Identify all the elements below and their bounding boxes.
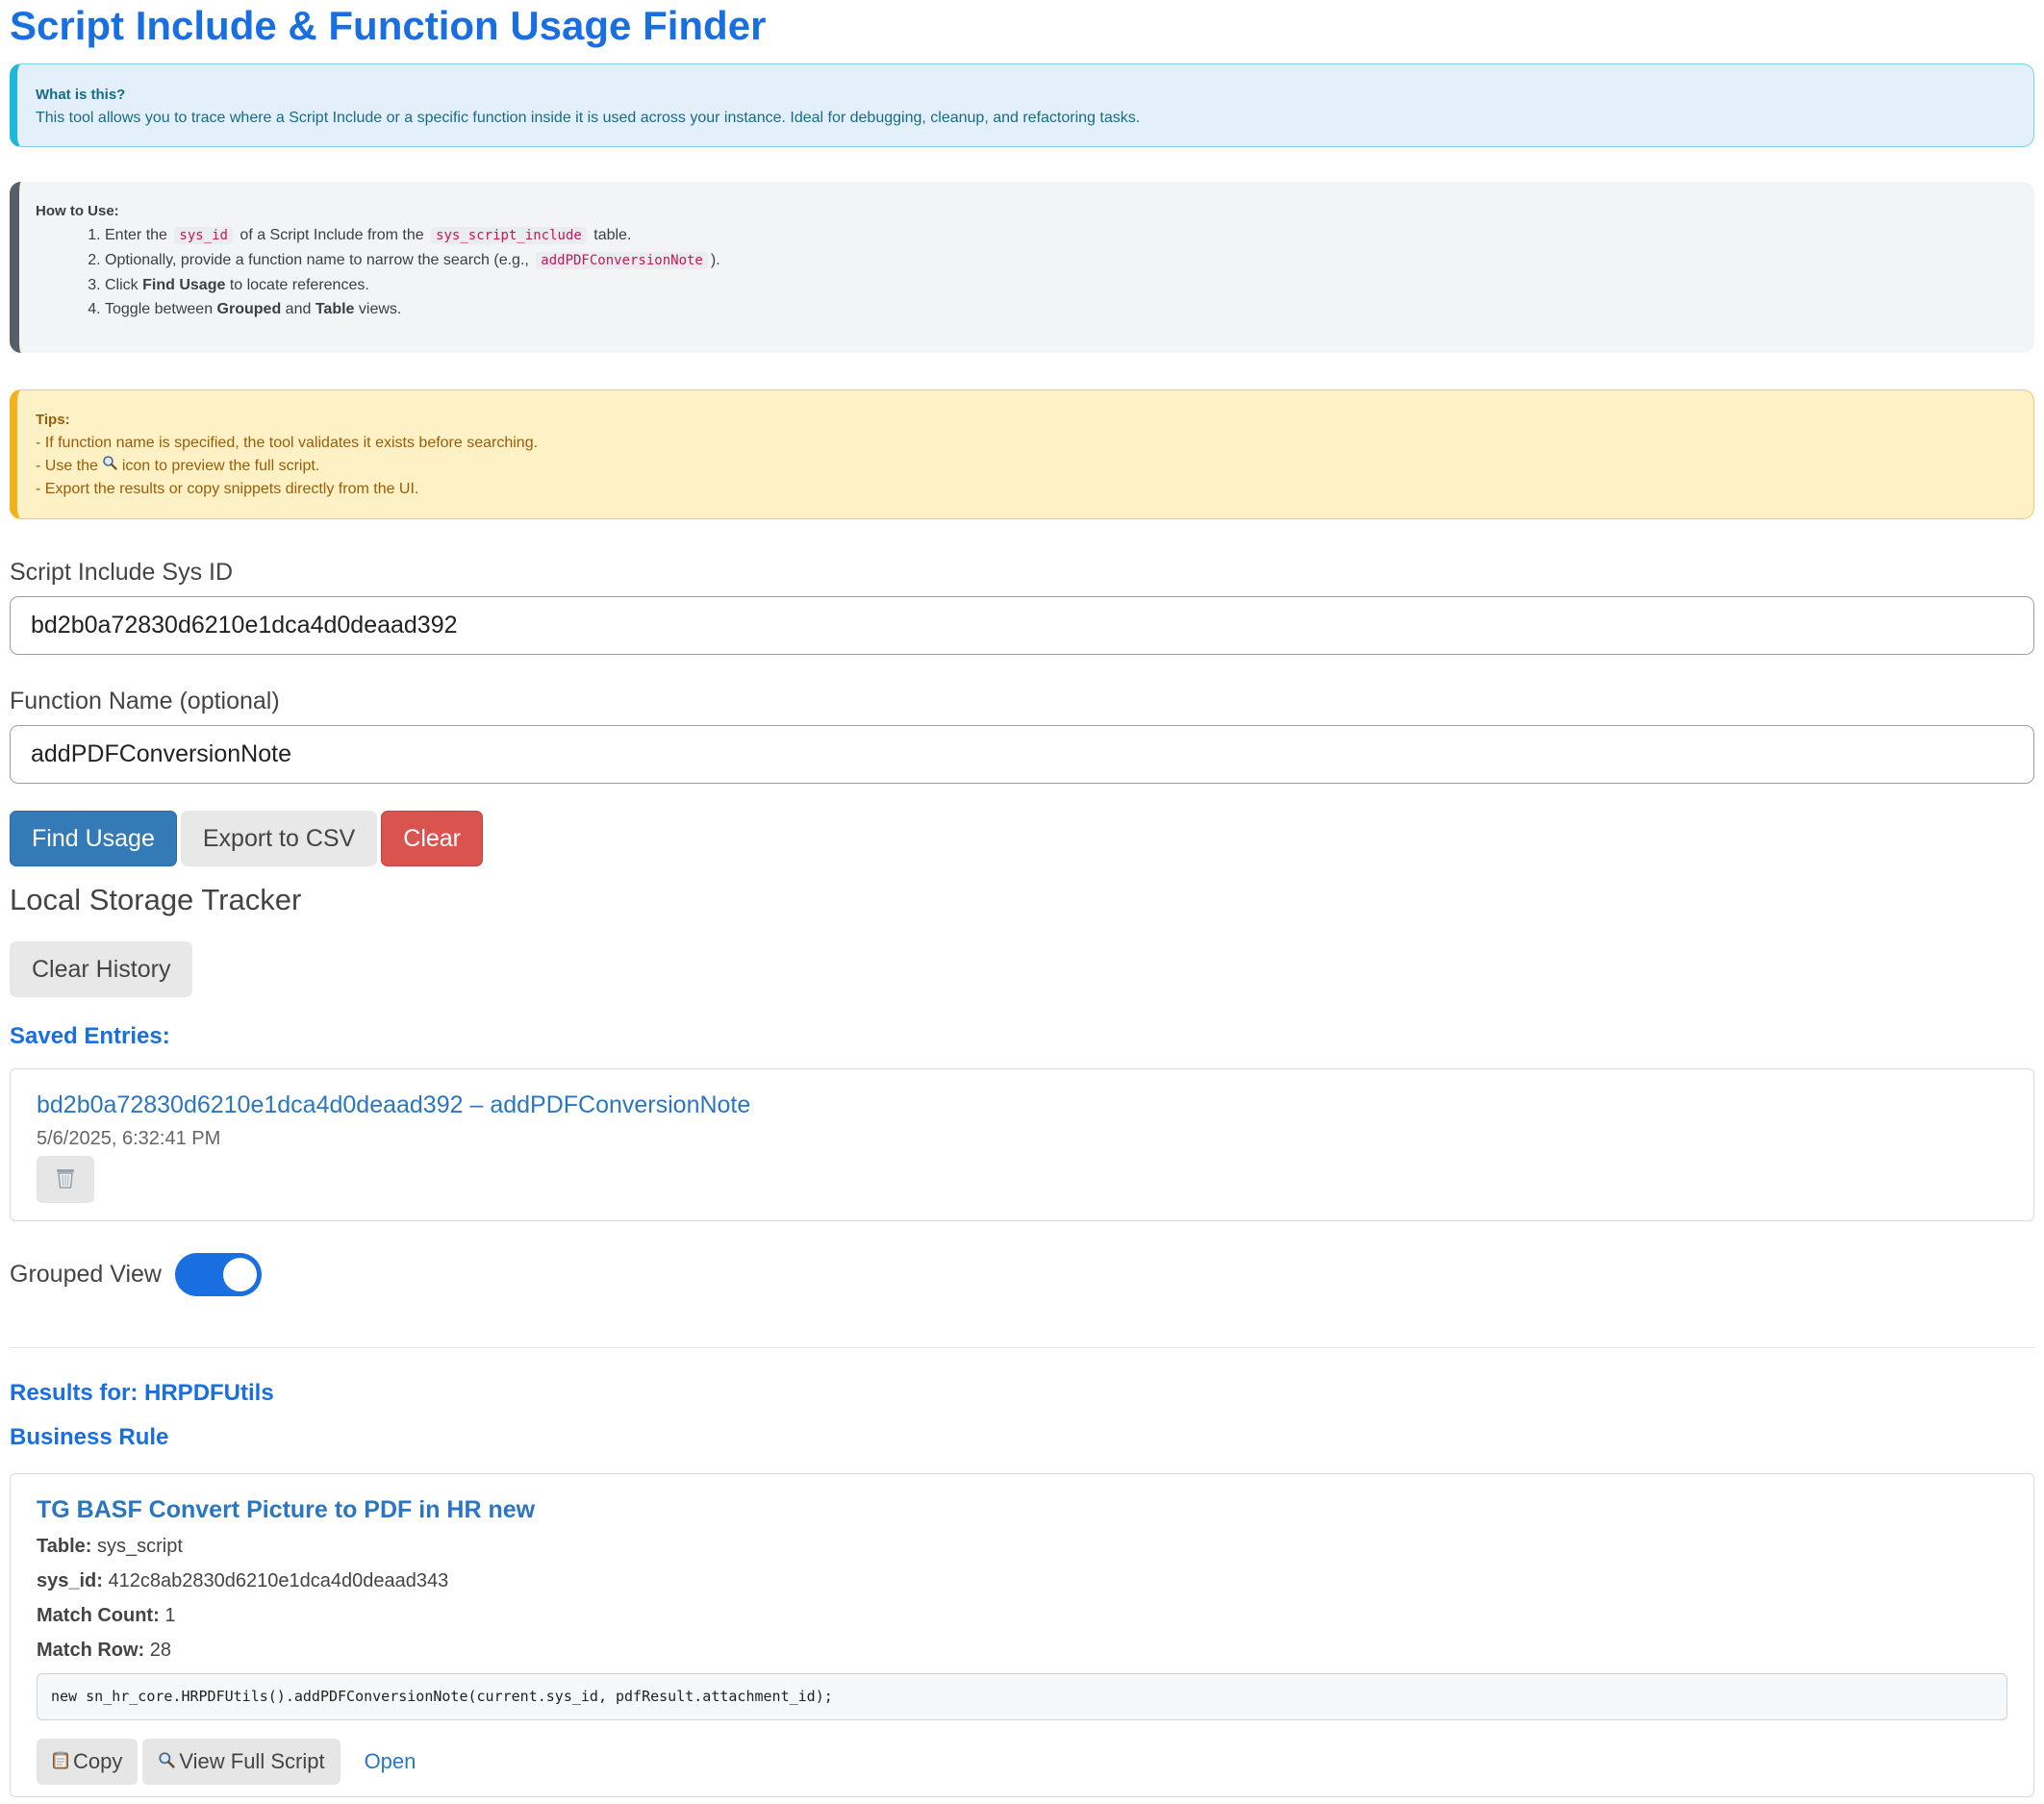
result-title[interactable]: TG BASF Convert Picture to PDF in HR new	[37, 1493, 2007, 1526]
step-text: ).	[710, 252, 720, 268]
step-text: Click	[105, 277, 139, 293]
grouped-view-row: Grouped View	[10, 1252, 2034, 1296]
copy-label: Copy	[73, 1749, 123, 1773]
code-function-name: addPDFConversionNote	[536, 252, 708, 269]
saved-entry-date: 5/6/2025, 6:32:41 PM	[37, 1128, 221, 1149]
view-full-script-button[interactable]: View Full Script	[142, 1739, 341, 1785]
how-to-step: Enter the sys_id of a Script Include fro…	[105, 223, 2034, 248]
code-snippet: new sn_hr_core.HRPDFUtils().addPDFConver…	[37, 1673, 2007, 1720]
saved-entry: bd2b0a72830d6210e1dca4d0deaad392 – addPD…	[10, 1068, 2034, 1221]
magnifier-icon	[158, 1751, 175, 1772]
tip-line: - If function name is specified, the too…	[36, 435, 539, 451]
step-text: Toggle between	[105, 301, 214, 317]
info-callout: What is this? This tool allows you to tr…	[10, 63, 2034, 147]
meta-value: 28	[149, 1640, 172, 1661]
meta-label: sys_id:	[37, 1570, 103, 1591]
open-link[interactable]: Open	[365, 1749, 416, 1774]
result-sysid: sys_id: 412c8ab2830d6210e1dca4d0deaad343	[37, 1564, 2007, 1598]
grouped-view-label: Grouped View	[10, 1260, 162, 1288]
clear-history-button[interactable]: Clear History	[10, 941, 193, 997]
result-card: TG BASF Convert Picture to PDF in HR new…	[10, 1473, 2034, 1797]
result-table: Table: sys_script	[37, 1529, 2007, 1564]
how-to-step: Toggle between Grouped and Table views.	[105, 297, 2034, 321]
saved-entry-link[interactable]: bd2b0a72830d6210e1dca4d0deaad392 – addPD…	[37, 1089, 2033, 1121]
how-to-steps: Enter the sys_id of a Script Include fro…	[36, 223, 2034, 321]
tip-text: - Use the	[36, 458, 98, 474]
page-title: Script Include & Function Usage Finder	[10, 3, 767, 48]
step-text: and	[285, 301, 312, 317]
toggle-knob	[222, 1257, 257, 1291]
clear-history-row: Clear History	[10, 941, 2034, 997]
copy-button[interactable]: Copy	[37, 1739, 139, 1785]
tip-line: - Use the icon to preview the full scrip…	[36, 455, 2033, 478]
saved-entries-heading: Saved Entries:	[10, 1023, 170, 1049]
how-to-callout: How to Use: Enter the sys_id of a Script…	[10, 182, 2034, 353]
tips-heading: Tips:	[36, 412, 70, 428]
sysid-input[interactable]	[10, 596, 2034, 655]
tips-callout: Tips: - If function name is specified, t…	[10, 389, 2034, 519]
tip-line: - Export the results or copy snippets di…	[36, 481, 419, 497]
info-heading: What is this?	[36, 87, 126, 103]
step-text: table.	[593, 227, 632, 243]
how-to-step: Optionally, provide a function name to n…	[105, 248, 2034, 273]
step-bold: Grouped	[216, 301, 282, 317]
step-text: of a Script Include from the	[240, 227, 424, 243]
meta-label: Match Count:	[37, 1605, 160, 1626]
code-sys-id: sys_id	[174, 227, 233, 244]
step-text: to locate references.	[229, 277, 369, 293]
meta-label: Table:	[37, 1536, 92, 1557]
magnifier-icon	[102, 455, 117, 474]
clipboard-icon	[52, 1750, 69, 1773]
local-storage-heading: Local Storage Tracker	[10, 883, 302, 916]
step-bold: Table	[315, 301, 355, 317]
info-text: This tool allows you to trace where a Sc…	[36, 110, 1141, 126]
sysid-label: Script Include Sys ID	[10, 559, 234, 586]
step-text: Optionally, provide a function name to n…	[105, 252, 529, 268]
step-bold: Find Usage	[142, 277, 226, 293]
results-heading: Results for: HRPDFUtils	[10, 1380, 274, 1406]
export-csv-button[interactable]: Export to CSV	[180, 811, 378, 866]
action-buttons: Find Usage Export to CSV Clear	[10, 811, 2034, 866]
meta-value: sys_script	[96, 1536, 183, 1557]
function-name-input[interactable]	[10, 725, 2034, 784]
step-text: views.	[358, 301, 402, 317]
grouped-view-toggle[interactable]	[174, 1252, 262, 1296]
meta-value: 412c8ab2830d6210e1dca4d0deaad343	[108, 1570, 449, 1591]
how-to-heading: How to Use:	[36, 203, 119, 219]
view-full-script-label: View Full Script	[179, 1749, 325, 1773]
meta-value: 1	[164, 1605, 176, 1626]
clear-button[interactable]: Clear	[381, 811, 484, 866]
code-table-name: sys_script_include	[431, 227, 587, 244]
result-match-row: Match Row: 28	[37, 1633, 2007, 1667]
function-name-label: Function Name (optional)	[10, 688, 280, 714]
tip-text: icon to preview the full script.	[121, 458, 320, 474]
step-text: Enter the	[105, 227, 167, 243]
result-actions: Copy View Full Script Open	[37, 1739, 2007, 1785]
result-group-heading: Business Rule	[10, 1424, 169, 1450]
result-match-count: Match Count: 1	[37, 1598, 2007, 1633]
meta-label: Match Row:	[37, 1640, 145, 1661]
trash-icon	[55, 1166, 76, 1193]
divider	[10, 1347, 2034, 1348]
page: Script Include & Function Usage Finder W…	[0, 0, 2044, 1797]
delete-entry-button[interactable]	[37, 1156, 94, 1203]
how-to-step: Click Find Usage to locate references.	[105, 273, 2034, 297]
find-usage-button[interactable]: Find Usage	[10, 811, 177, 866]
